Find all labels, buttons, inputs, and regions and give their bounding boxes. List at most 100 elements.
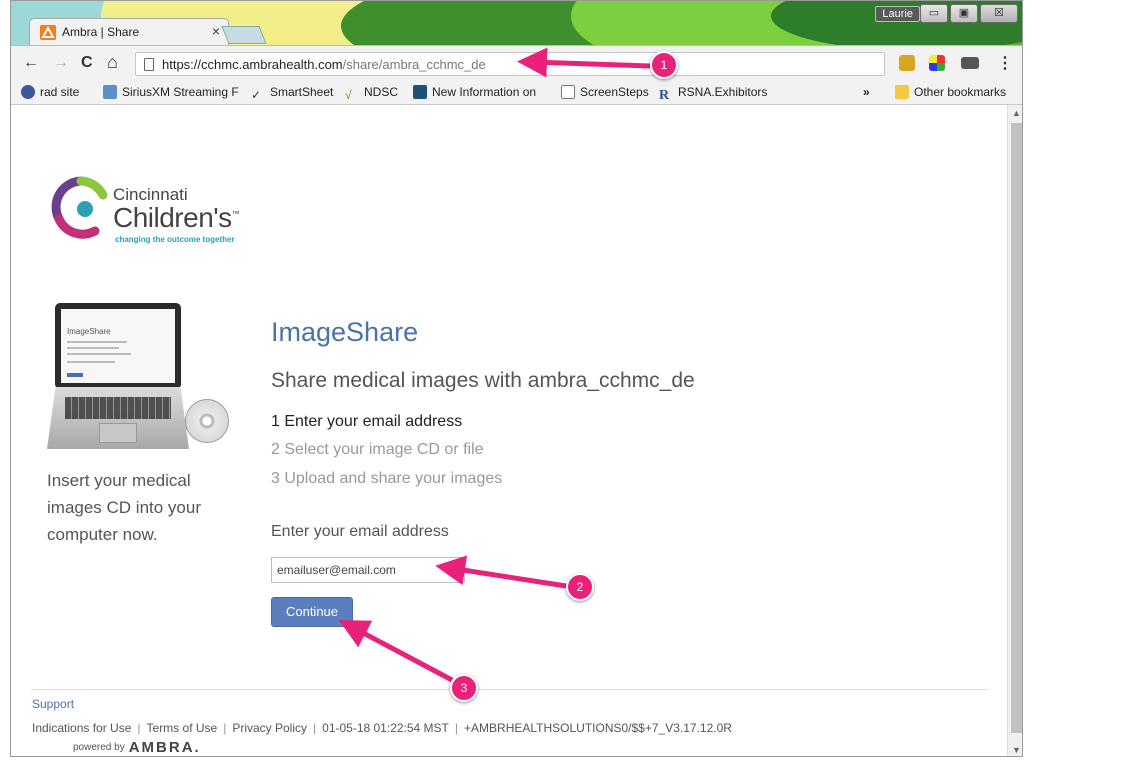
email-label: Enter your email address <box>271 523 449 540</box>
trademark: ™ <box>231 209 240 219</box>
bookmark-item[interactable]: ✓ SmartSheet <box>251 85 333 102</box>
laptop-screen-title: ImageShare <box>67 327 111 336</box>
back-button[interactable]: ← <box>23 54 39 72</box>
title-bar: Ambra | Share × Laurie ▭ ▣ ☒ <box>11 1 1022 45</box>
address-bar[interactable]: https://cchmc.ambrahealth.com/share/ambr… <box>135 52 885 76</box>
separator: | <box>313 721 317 735</box>
continue-button[interactable]: Continue <box>271 597 353 627</box>
separator: | <box>137 721 141 735</box>
chrome-menu-icon[interactable]: ⋮ <box>997 53 1013 73</box>
ndsc-icon: √ <box>345 88 352 102</box>
rad-site-icon <box>21 85 35 99</box>
window-controls: ▭ ▣ ☒ <box>920 1 1022 23</box>
extension-color-icon[interactable] <box>929 55 945 71</box>
bookmark-item[interactable]: ScreenSteps <box>561 85 649 99</box>
rsna-icon: R <box>659 88 670 103</box>
check-icon: ✓ <box>251 88 262 102</box>
extension-hd-icon[interactable] <box>961 57 979 69</box>
tab-title: Ambra | Share <box>62 25 140 39</box>
scroll-up-icon[interactable]: ▲ <box>1012 108 1021 118</box>
laptop-screen-line <box>67 341 127 343</box>
footer-divider <box>31 689 989 690</box>
profile-button[interactable]: Laurie <box>875 6 920 22</box>
bookmark-item[interactable]: rad site <box>21 85 79 99</box>
tab-close-icon[interactable]: × <box>212 23 220 39</box>
bookmark-label: NDSC <box>364 85 399 99</box>
url-text: https://cchmc.ambrahealth.com/share/ambr… <box>162 57 486 72</box>
page-content: Cincinnati Children's™ changing the outc… <box>11 105 1007 756</box>
bookmarks-bar: rad site SiriusXM Streaming F ✓ SmartShee… <box>11 81 1022 105</box>
other-bookmarks[interactable]: Other bookmarks <box>895 85 1006 99</box>
email-field[interactable] <box>271 557 465 583</box>
close-window-button[interactable]: ☒ <box>980 4 1018 23</box>
laptop-screen-line <box>67 347 119 349</box>
laptop-screen-line <box>67 353 131 355</box>
maximize-button[interactable]: ▣ <box>950 4 978 23</box>
step-marker-2: 2 <box>566 573 594 601</box>
reload-button[interactable]: C <box>81 54 93 72</box>
step-2: 2 Select your image CD or file <box>271 441 484 458</box>
build-version: +AMBRHEALTHSOLUTIONS0/$$+7_V3.17.12.0R <box>464 721 732 735</box>
browser-tab[interactable]: Ambra | Share × <box>29 18 229 45</box>
page-info-icon[interactable] <box>144 58 154 71</box>
minimize-button[interactable]: ▭ <box>920 4 948 23</box>
bookmark-item[interactable]: √ NDSC <box>345 85 398 102</box>
step-1: 1 Enter your email address <box>271 413 463 430</box>
home-button[interactable]: ⌂ <box>107 52 118 73</box>
separator: | <box>223 721 227 735</box>
siriusxm-icon <box>103 85 117 99</box>
support-link[interactable]: Support <box>32 697 74 711</box>
ambra-logo: AMBRA. <box>128 739 201 756</box>
bookmark-label: ScreenSteps <box>580 85 649 99</box>
bookmark-label: SmartSheet <box>270 85 334 99</box>
bookmarks-overflow-button[interactable]: » <box>863 85 870 99</box>
step-marker-1: 1 <box>650 51 678 79</box>
cd-disc-icon <box>185 399 229 443</box>
url-path: /share/ambra_cchmc_de <box>342 57 486 72</box>
new-tab-button[interactable] <box>221 26 267 44</box>
forward-button[interactable]: → <box>53 54 69 72</box>
laptop-screen-line <box>67 361 115 363</box>
browser-toolbar: ← → C ⌂ https://cchmc.ambrahealth.com/sh… <box>11 45 1022 81</box>
logo-text-childrens: Children's™ <box>113 202 240 234</box>
bookmark-item[interactable]: New Information on <box>413 85 536 99</box>
logo-mark-icon <box>51 176 108 239</box>
cincinnati-childrens-logo: Cincinnati Children's™ changing the outc… <box>51 175 271 245</box>
bookmark-item[interactable]: SiriusXM Streaming F <box>103 85 239 99</box>
indications-link[interactable]: Indications for Use <box>32 721 131 735</box>
bookmark-label: RSNA.Exhibitors <box>678 85 768 99</box>
laptop-screen-button <box>67 373 83 377</box>
step-3: 3 Upload and share your images <box>271 470 503 487</box>
ambra-favicon-icon <box>40 25 56 40</box>
browser-window: Ambra | Share × Laurie ▭ ▣ ☒ ← → C ⌂ htt… <box>10 0 1023 757</box>
step-marker-3: 3 <box>450 674 478 702</box>
powered-by: powered by AMBRA. <box>73 739 201 756</box>
laptop-with-cd-illustration: ImageShare <box>47 301 237 461</box>
scrollbar-thumb[interactable] <box>1011 123 1022 733</box>
logo-childrens-word: Children's <box>113 202 232 233</box>
folder-icon <box>895 85 909 99</box>
privacy-link[interactable]: Privacy Policy <box>232 721 307 735</box>
laptop-screen: ImageShare <box>55 303 181 389</box>
other-bookmarks-label: Other bookmarks <box>914 85 1007 99</box>
extension-lock-icon[interactable] <box>899 55 915 71</box>
scrollbar[interactable]: ▲ ▼ <box>1007 105 1022 756</box>
separator: | <box>454 721 459 735</box>
page-icon <box>561 85 575 99</box>
bookmark-item[interactable]: R RSNA.Exhibitors <box>659 85 768 103</box>
scroll-down-icon[interactable]: ▼ <box>1012 745 1021 755</box>
powered-by-label: powered by <box>73 742 125 753</box>
url-host: https://cchmc.ambrahealth.com <box>162 57 343 72</box>
page-title: ImageShare <box>271 317 419 347</box>
laptop-keyboard <box>65 397 171 419</box>
timestamp: 01-05-18 01:22:54 MST <box>322 721 449 735</box>
screenshot: Ambra | Share × Laurie ▭ ▣ ☒ ← → C ⌂ htt… <box>0 0 1125 763</box>
book-icon <box>413 85 427 99</box>
footer-links: Indications for Use | Terms of Use | Privacy… <box>32 721 732 735</box>
bookmark-label: New Information on <box>432 85 537 99</box>
terms-link[interactable]: Terms of Use <box>147 721 218 735</box>
laptop-screen-content: ImageShare <box>61 309 175 383</box>
logo-tagline: changing the outcome together <box>115 235 235 244</box>
bookmark-label: SiriusXM Streaming F <box>122 85 239 99</box>
page-subtitle: Share medical images with ambra_cchmc_de <box>271 369 695 392</box>
